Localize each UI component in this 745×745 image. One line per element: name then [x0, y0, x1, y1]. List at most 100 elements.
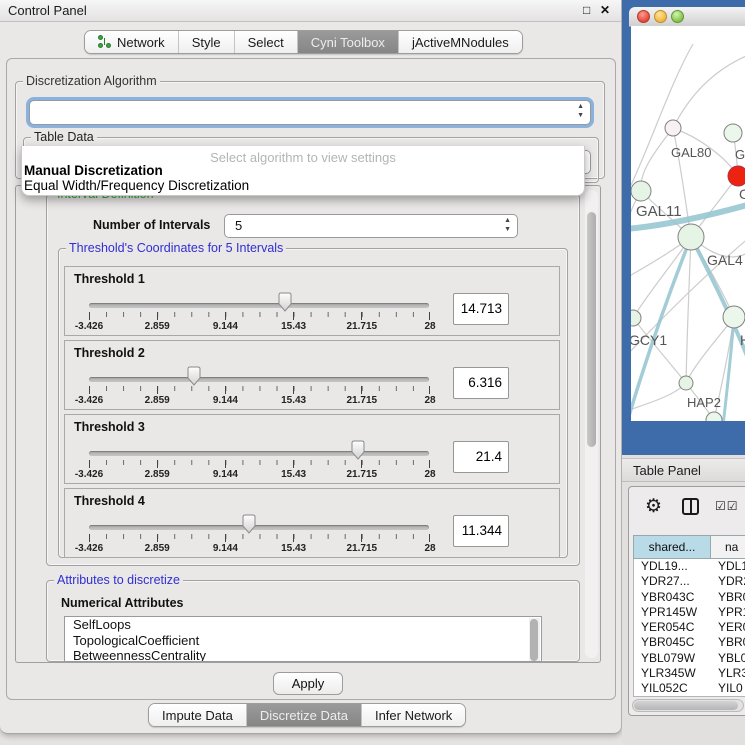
network-view-window: GAL80 GA GAL11 C GAL4 GCY1 H HAP2 [622, 0, 745, 455]
table-row[interactable]: YBL079WYBL0 [634, 651, 745, 666]
threshold-1-label: Threshold 1 [74, 272, 145, 286]
select-columns-icon[interactable]: ☑☑ [715, 499, 739, 513]
table-row[interactable]: YDL19...YDL1 [634, 559, 745, 574]
numerical-attributes-list[interactable]: SelfLoops TopologicalCoefficient Between… [64, 616, 542, 662]
table-row[interactable]: YDR27...YDR2 [634, 574, 745, 589]
apply-button[interactable]: Apply [273, 672, 343, 695]
tab-cyni-toolbox[interactable]: Cyni Toolbox [298, 31, 399, 53]
slider-tick-labels: -3.4262.8599.14415.4321.71528 [89, 395, 430, 407]
algorithm-combobox[interactable]: ▲▼ [29, 100, 591, 125]
table-body: YDL19...YDL1 YDR27...YDR2 YBR043CYBR0 YP… [633, 559, 745, 697]
settings-vertical-scrollbar[interactable] [585, 190, 598, 658]
column-layout-icon[interactable] [682, 498, 699, 515]
threshold-4-panel: Threshold 4 -3.4262.8599.14415.4321.7152… [64, 488, 560, 558]
tab-infer-network-label: Infer Network [375, 708, 452, 723]
close-traffic-light-icon[interactable] [637, 10, 650, 23]
stepper-icon: ▲▼ [577, 102, 584, 120]
bottom-tab-bar: Impute Data Discretize Data Infer Networ… [148, 703, 466, 727]
node-label: GAL11 [636, 203, 682, 220]
tab-network[interactable]: Network [85, 31, 179, 53]
tab-jactivemnodules-label: jActiveMNodules [412, 35, 509, 50]
tab-select[interactable]: Select [235, 31, 298, 53]
screen: Control Panel □ ✕ Network Style Select C… [0, 0, 745, 745]
number-of-intervals-combobox[interactable]: 5 ▲▼ [224, 214, 518, 238]
node-label: GAL80 [671, 145, 711, 160]
stepper-icon: ▲▼ [504, 216, 511, 234]
list-item[interactable]: BetweennessCentrality [65, 648, 541, 662]
node-label: GCY1 [631, 332, 667, 348]
node-label: GA [735, 147, 745, 162]
threshold-2-value-field[interactable]: 6.316 [453, 367, 509, 399]
gear-icon[interactable]: ⚙ [645, 495, 662, 518]
node [706, 412, 722, 421]
tab-style[interactable]: Style [179, 31, 235, 53]
threshold-3-panel: Threshold 3 -3.4262.8599.14415.4321.7152… [64, 414, 560, 484]
table-row[interactable]: YBR045CYBR0 [634, 635, 745, 650]
float-window-icon[interactable]: □ [583, 3, 590, 17]
tab-jactivemnodules[interactable]: jActiveMNodules [399, 31, 522, 53]
tab-select-label: Select [248, 35, 284, 50]
thresholds-group-label: Threshold's Coordinates for 5 Intervals [66, 241, 286, 255]
table-panel-toolbar: ⚙ ☑☑ [629, 487, 745, 531]
node-label: H [740, 332, 745, 348]
tab-infer-network[interactable]: Infer Network [362, 704, 465, 726]
threshold-1-slider[interactable] [89, 303, 429, 308]
node-label: GAL4 [707, 252, 743, 268]
column-header-name[interactable]: na [711, 535, 745, 559]
table-row[interactable]: YPR145WYPR1 [634, 605, 745, 620]
top-tab-bar: Network Style Select Cyni Toolbox jActiv… [84, 30, 523, 54]
network-graph: GAL80 GA GAL11 C GAL4 GCY1 H HAP2 [631, 26, 745, 421]
list-item[interactable]: TopologicalCoefficient [65, 633, 541, 649]
threshold-3-value-field[interactable]: 21.4 [453, 441, 509, 473]
node-highlighted [728, 166, 745, 186]
threshold-2-slider[interactable] [89, 377, 429, 382]
number-of-intervals-value: 5 [235, 218, 242, 233]
node [665, 120, 681, 136]
node [631, 181, 651, 201]
list-vertical-scrollbar[interactable] [529, 618, 540, 662]
threshold-4-slider[interactable] [89, 525, 429, 530]
scrollbar-thumb[interactable] [587, 212, 596, 447]
number-of-intervals-label: Number of Intervals [90, 218, 213, 232]
column-header-shared-name[interactable]: shared... [633, 535, 711, 559]
network-canvas[interactable]: GAL80 GA GAL11 C GAL4 GCY1 H HAP2 [631, 26, 745, 421]
threshold-4-value-field[interactable]: 11.344 [453, 515, 509, 547]
table-panel-title: Table Panel [633, 463, 701, 478]
node-label: HAP2 [687, 395, 721, 410]
threshold-1-panel: Threshold 1 -3.4262.8599.14415.4321.7152… [64, 266, 560, 336]
table-horizontal-scrollbar[interactable] [632, 699, 744, 712]
list-item[interactable]: SelfLoops [65, 617, 541, 633]
scrollbar-thumb[interactable] [634, 701, 738, 710]
threshold-4-label: Threshold 4 [74, 494, 145, 508]
threshold-3-slider[interactable] [89, 451, 429, 456]
table-panel: ⚙ ☑☑ shared... na YDL19...YDL1 YDR27...Y… [628, 486, 745, 716]
node-table: shared... na YDL19...YDL1 YDR27...YDR2 Y… [633, 535, 745, 697]
settings-scroll-area: Interval Definition Number of Intervals … [15, 185, 601, 663]
algorithm-dropdown-popup: Select algorithm to view settings Manual… [21, 146, 585, 196]
network-window-titlebar [629, 7, 745, 27]
control-panel-window: Control Panel □ ✕ Network Style Select C… [0, 0, 622, 734]
tab-discretize-data-label: Discretize Data [260, 708, 348, 723]
minimize-traffic-light-icon[interactable] [654, 10, 667, 23]
threshold-1-value-field[interactable]: 14.713 [453, 293, 509, 325]
table-panel-titlebar: Table Panel [622, 458, 745, 482]
node [631, 310, 641, 326]
table-row[interactable]: YER054CYER0 [634, 620, 745, 635]
table-row[interactable]: YIL052CYIL0 [634, 681, 745, 696]
tab-network-label: Network [117, 35, 165, 50]
threshold-2-panel: Threshold 2 -3.4262.8599.14415.4321.7152… [64, 340, 560, 410]
node-label: C [739, 186, 745, 202]
zoom-traffic-light-icon[interactable] [671, 10, 684, 23]
table-row[interactable]: YBR043CYBR0 [634, 590, 745, 605]
tab-impute-data[interactable]: Impute Data [149, 704, 247, 726]
slider-tick-labels: -3.4262.8599.14415.4321.71528 [89, 321, 430, 333]
table-row[interactable]: YLR345WYLR3 [634, 666, 745, 681]
scrollbar-thumb[interactable] [530, 619, 538, 661]
menu-item-manual-discretization[interactable]: Manual Discretization [24, 163, 163, 178]
tab-discretize-data[interactable]: Discretize Data [247, 704, 362, 726]
close-window-icon[interactable]: ✕ [600, 3, 610, 17]
node [679, 376, 693, 390]
window-title: Control Panel [8, 3, 87, 18]
table-header-row: shared... na [633, 535, 745, 559]
menu-item-equal-width-frequency[interactable]: Equal Width/Frequency Discretization [24, 178, 249, 193]
